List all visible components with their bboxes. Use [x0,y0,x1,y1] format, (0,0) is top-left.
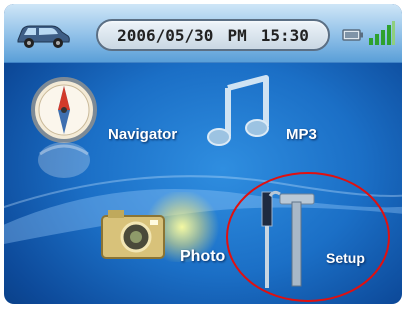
compass-icon [31,77,97,178]
signal-strength-icon [369,21,395,45]
car-icon [17,25,70,48]
time-text: 15:30 [260,25,309,45]
menu-label-photo: Photo [180,248,226,265]
status-bar: 2006/05/30 PM 15:30 [4,4,402,63]
menu-item-navigator[interactable]: Navigator [28,74,188,194]
menu-item-setup[interactable]: Setup [240,184,390,294]
battery-icon [342,29,363,41]
menu-label-navigator: Navigator [108,126,178,143]
datetime-display: 2006/05/30 PM 15:30 [96,19,330,51]
menu-label-setup: Setup [326,250,365,266]
home-screen: 2006/05/30 PM 15:30 Navigator MP3 Photo … [4,4,402,304]
camera-icon [101,210,165,259]
menu-label-mp3: MP3 [286,126,317,143]
tools-icon [261,190,315,288]
menu-item-mp3[interactable]: MP3 [202,74,352,174]
device-frame: 2006/05/30 PM 15:30 Navigator MP3 Photo … [0,0,408,312]
date-text: 2006/05/30 [117,25,214,45]
music-note-icon [207,75,269,146]
period-text: PM [227,25,247,45]
menu-item-photo[interactable]: Photo [96,188,246,288]
